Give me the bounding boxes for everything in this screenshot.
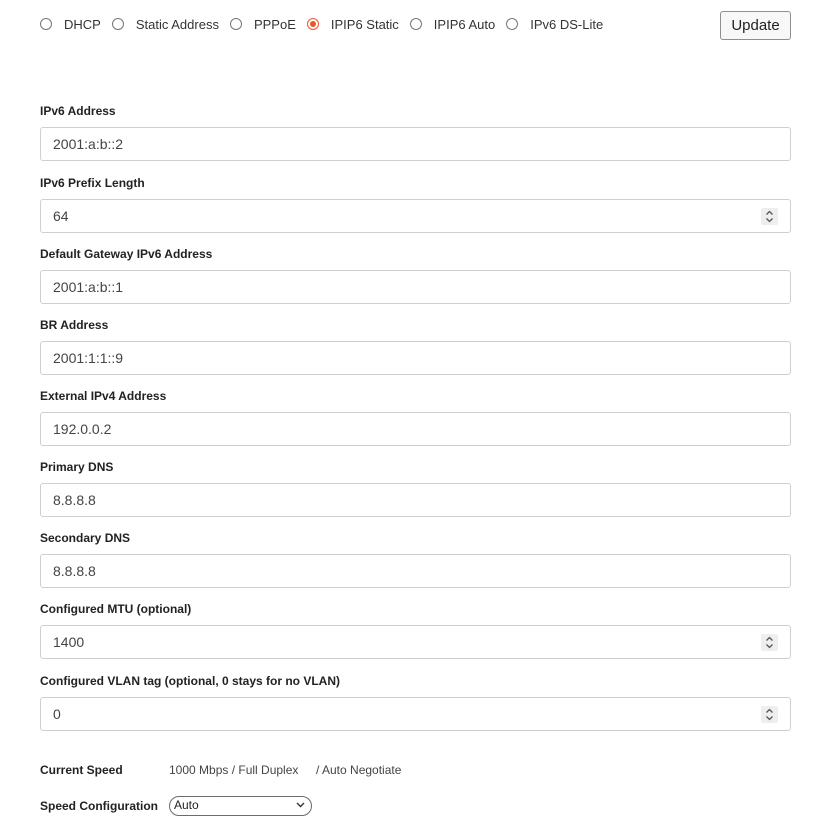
- radio-button-ipip6-auto[interactable]: [409, 18, 422, 30]
- speed-configuration-label: Speed Configuration: [40, 799, 158, 813]
- radio-button-static-address[interactable]: [111, 18, 124, 30]
- external-ipv4-label: External IPv4 Address: [40, 389, 167, 403]
- number-spinner-icon[interactable]: [761, 706, 778, 723]
- radio-option-ipip6-auto[interactable]: IPIP6 Auto: [409, 17, 495, 32]
- mtu-value: 1400: [53, 634, 85, 650]
- radio-option-pppoe[interactable]: PPPoE: [229, 17, 296, 32]
- number-spinner-icon[interactable]: [761, 634, 778, 651]
- ipv6-address-input[interactable]: 2001:a:b::2: [40, 127, 791, 161]
- external-ipv4-group: External IPv4 Address 192.0.0.2: [40, 388, 791, 446]
- radio-option-static-address[interactable]: Static Address: [111, 17, 219, 32]
- ipv6-prefix-length-group: IPv6 Prefix Length 64: [40, 175, 791, 233]
- ipv6-address-label: IPv6 Address: [40, 104, 116, 118]
- chevron-down-icon: [296, 802, 305, 808]
- radio-button-ipip6-static[interactable]: [306, 18, 319, 30]
- mtu-label: Configured MTU (optional): [40, 602, 192, 616]
- br-address-input[interactable]: 2001:1:1::9: [40, 341, 791, 375]
- br-address-group: BR Address 2001:1:1::9: [40, 317, 791, 375]
- radio-option-ipv6-ds-lite[interactable]: IPv6 DS-Lite: [506, 17, 603, 32]
- mtu-input[interactable]: 1400: [40, 625, 791, 659]
- ipv6-prefix-length-value: 64: [53, 208, 69, 224]
- secondary-dns-input[interactable]: 8.8.8.8: [40, 554, 791, 588]
- radio-label-ipv6-ds-lite[interactable]: IPv6 DS-Lite: [530, 17, 603, 32]
- number-spinner-icon[interactable]: [761, 208, 778, 225]
- current-speed-row: Current Speed 1000 Mbps / Full Duplex / …: [40, 761, 640, 779]
- speed-configuration-selected: Auto: [174, 798, 199, 812]
- vlan-tag-group: Configured VLAN tag (optional, 0 stays f…: [40, 673, 791, 731]
- radio-option-ipip6-static[interactable]: IPIP6 Static: [306, 17, 399, 32]
- ipv6-prefix-length-label: IPv6 Prefix Length: [40, 176, 145, 190]
- vlan-tag-input[interactable]: 0: [40, 697, 791, 731]
- radio-button-dhcp[interactable]: [40, 18, 52, 30]
- update-button[interactable]: Update: [720, 11, 791, 40]
- secondary-dns-label: Secondary DNS: [40, 531, 131, 545]
- radio-label-dhcp[interactable]: DHCP: [64, 17, 101, 32]
- mtu-group: Configured MTU (optional) 1400: [40, 601, 791, 659]
- secondary-dns-group: Secondary DNS 8.8.8.8: [40, 530, 791, 588]
- radio-button-ipv6-ds-lite[interactable]: [506, 18, 519, 30]
- primary-dns-label: Primary DNS: [40, 460, 114, 474]
- current-speed-label: Current Speed: [40, 763, 123, 777]
- speed-configuration-select[interactable]: Auto: [169, 796, 312, 816]
- default-gateway-group: Default Gateway IPv6 Address 2001:a:b::1: [40, 246, 791, 304]
- default-gateway-label: Default Gateway IPv6 Address: [40, 247, 213, 261]
- external-ipv4-input[interactable]: 192.0.0.2: [40, 412, 791, 446]
- ipv6-address-group: IPv6 Address 2001:a:b::2: [40, 103, 791, 161]
- vlan-tag-label: Configured VLAN tag (optional, 0 stays f…: [40, 674, 340, 688]
- current-speed-value: 1000 Mbps / Full Duplex: [169, 763, 299, 777]
- radio-option-dhcp[interactable]: DHCP: [40, 17, 101, 32]
- connection-type-radio-group: DHCP Static Address PPPoE IPIP6 Static I…: [40, 14, 614, 34]
- current-speed-negotiation: / Auto Negotiate: [316, 763, 402, 777]
- speed-configuration-row: Speed Configuration Auto: [40, 796, 640, 816]
- primary-dns-input[interactable]: 8.8.8.8: [40, 483, 791, 517]
- radio-label-static-address[interactable]: Static Address: [136, 17, 219, 32]
- br-address-label: BR Address: [40, 318, 109, 332]
- vlan-tag-value: 0: [53, 706, 61, 722]
- primary-dns-group: Primary DNS 8.8.8.8: [40, 459, 791, 517]
- radio-label-ipip6-static[interactable]: IPIP6 Static: [331, 17, 399, 32]
- radio-button-pppoe[interactable]: [229, 18, 242, 30]
- ipv6-prefix-length-input[interactable]: 64: [40, 199, 791, 233]
- default-gateway-input[interactable]: 2001:a:b::1: [40, 270, 791, 304]
- radio-label-ipip6-auto[interactable]: IPIP6 Auto: [434, 17, 495, 32]
- radio-label-pppoe[interactable]: PPPoE: [254, 17, 296, 32]
